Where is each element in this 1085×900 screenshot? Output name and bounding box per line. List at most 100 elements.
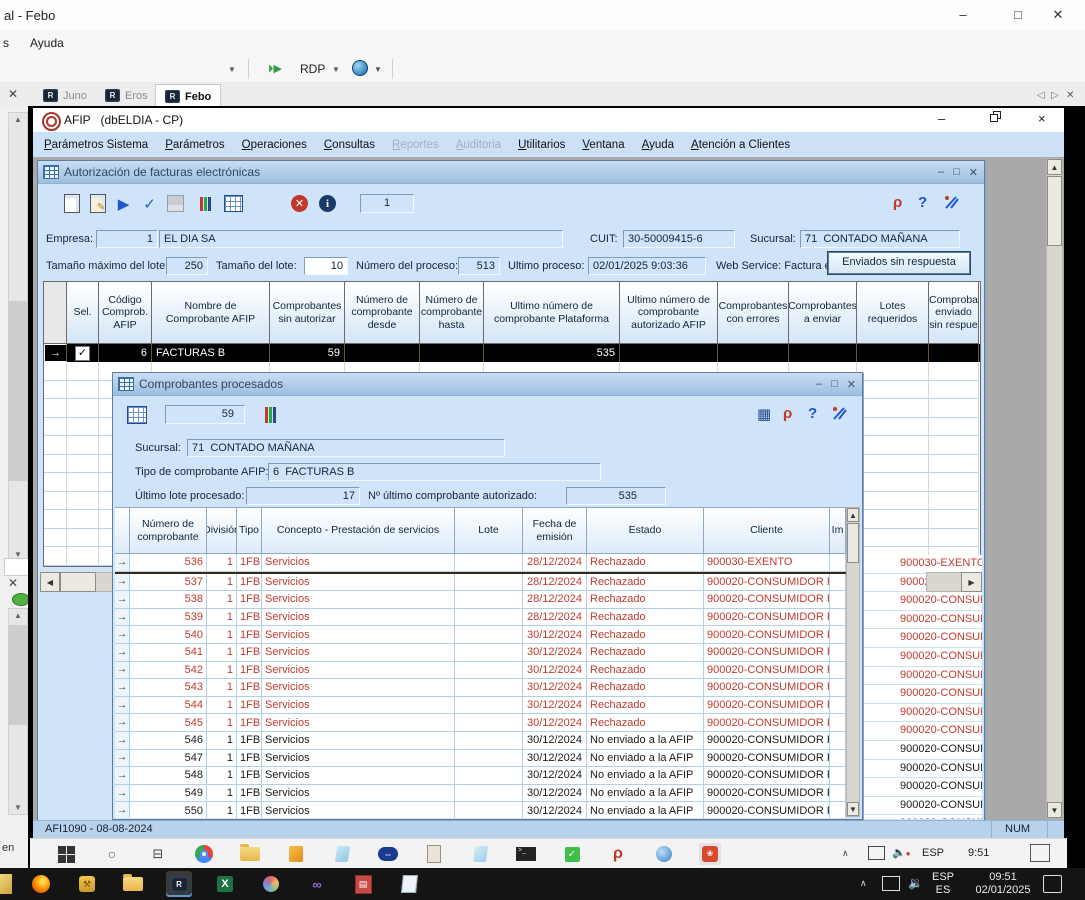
calendar-green-icon[interactable]: ✓ <box>561 843 583 865</box>
mremoteng-icon-active[interactable]: R <box>166 871 192 897</box>
ultimo-autorizado-field[interactable]: 535 <box>566 487 666 505</box>
scrollbar-thumb[interactable] <box>1047 176 1062 246</box>
empresa-code-field[interactable]: 1 <box>96 230 158 248</box>
new-icon[interactable] <box>60 192 83 215</box>
tray-chevron-icon[interactable]: ∧ <box>860 878 867 889</box>
column-header[interactable]: Comproba enviado sin respue <box>929 282 979 344</box>
scroll-down-icon[interactable]: ▼ <box>1047 802 1062 818</box>
column-header[interactable]: Número de comprobante desde <box>345 282 420 344</box>
info-icon[interactable]: i <box>316 192 339 215</box>
powerbuilder-taskbar-icon[interactable]: ρ <box>607 843 629 865</box>
ultimo-lote-field[interactable]: 17 <box>246 487 360 505</box>
table-view-icon[interactable]: ▦ <box>757 405 771 423</box>
column-header[interactable]: Comprobantes con errores <box>718 282 789 344</box>
clipped-app-icon[interactable] <box>0 874 12 894</box>
scroll-up-icon[interactable]: ▲ <box>9 115 27 124</box>
tab-scroll-left-icon[interactable]: ◁ <box>1037 90 1045 101</box>
excel-icon[interactable]: X <box>212 871 238 897</box>
tab-febo[interactable]: R Febo <box>155 84 221 108</box>
column-header[interactable]: Número de comprobante hasta <box>420 282 484 344</box>
app-blue-circle-icon[interactable] <box>653 843 675 865</box>
host-close-button[interactable]: ✕ <box>1043 6 1073 24</box>
lotes-bars-icon[interactable] <box>194 192 217 215</box>
column-header[interactable]: Sel. <box>67 282 99 344</box>
comprobante-row[interactable]: →54311FBServicios30/12/2024Rechazado9000… <box>115 679 846 697</box>
afip-menu-item[interactable]: Parámetros Sistema <box>44 139 148 151</box>
notepad-icon[interactable] <box>396 871 422 897</box>
globe-dropdown-arrow[interactable]: ▼ <box>374 65 382 74</box>
connection-combobox-arrow[interactable]: ▼ <box>228 65 236 74</box>
column-header[interactable]: Estado <box>587 508 704 554</box>
enviados-sin-respuesta-button[interactable]: Enviados sin respuesta <box>828 252 970 274</box>
afip-menu-item[interactable]: Ventana <box>582 139 624 151</box>
scroll-down-icon[interactable]: ▼ <box>9 803 27 812</box>
exit-run-icon[interactable] <box>831 405 847 424</box>
column-header[interactable]: Lote <box>455 508 523 554</box>
scroll-up-icon[interactable]: ▲ <box>1047 159 1062 175</box>
host-menu-truncated[interactable]: s <box>3 36 9 50</box>
column-header[interactable]: Fecha de emisión <box>523 508 587 554</box>
tray-speaker-icon[interactable]: 🔉 <box>908 876 923 890</box>
scrollbar-thumb[interactable] <box>9 301 27 481</box>
row-select-checkbox[interactable]: ✓ <box>75 346 90 361</box>
tamano-lote-input[interactable]: 10 <box>304 257 348 275</box>
afip-close-button[interactable]: × <box>1038 111 1046 126</box>
stop-icon[interactable]: ✕ <box>288 192 311 215</box>
remote-language-indicator[interactable]: ESP <box>922 847 944 859</box>
app-lightblue2-icon[interactable] <box>469 843 491 865</box>
afip-menu-item[interactable]: Operaciones <box>242 139 307 151</box>
task-view-icon[interactable]: ⊟ <box>147 843 169 865</box>
maximize-icon[interactable]: □ <box>953 166 960 179</box>
sucursal-field[interactable]: 71 CONTADO MAÑANA <box>187 439 505 457</box>
comprobante-row[interactable]: →54811FBServicios30/12/2024No enviado a … <box>115 767 846 785</box>
host-menu-ayuda[interactable]: Ayuda <box>30 36 64 50</box>
selected-comprobante-row[interactable]: →✓6FACTURAS B59535 <box>44 344 980 362</box>
tray-chevron-icon[interactable]: ∧ <box>842 848 849 859</box>
maximize-icon[interactable]: □ <box>831 378 838 391</box>
tray-monitor-icon[interactable] <box>868 846 885 860</box>
panel-input-fragment[interactable] <box>4 558 30 576</box>
comprobante-row[interactable]: →54911FBServicios30/12/2024No enviado a … <box>115 785 846 803</box>
paint-app-icon[interactable] <box>258 871 284 897</box>
close-icon[interactable]: ✕ <box>969 166 978 179</box>
grid-export-icon[interactable] <box>222 192 245 215</box>
afip-menu-item[interactable]: Parámetros <box>165 139 224 151</box>
column-header[interactable]: Concepto - Prestación de servicios <box>262 508 455 554</box>
tab-juno[interactable]: R Juno <box>34 84 96 107</box>
lotes-bars-icon[interactable] <box>259 403 282 426</box>
afip-app-taskbar-icon[interactable]: ❀ <box>699 843 721 865</box>
left-panel-scrollbar[interactable]: ▲ ▼ <box>8 608 28 815</box>
host-clock[interactable]: 09:51 02/01/2025 <box>968 871 1038 897</box>
grid-export-icon[interactable] <box>125 403 148 426</box>
host-maximize-button[interactable]: □ <box>1003 6 1033 24</box>
exit-run-icon[interactable] <box>943 194 959 213</box>
comprobante-row[interactable]: →54611FBServicios30/12/2024No enviado a … <box>115 732 846 750</box>
tab-scroll-right-icon[interactable]: ▷ <box>1051 90 1059 101</box>
vs-co-icon[interactable]: ∞ <box>304 871 330 897</box>
comprobante-row[interactable]: →54211FBServicios30/12/2024Rechazado9000… <box>115 662 846 680</box>
remote-clock[interactable]: 9:51 <box>968 847 989 859</box>
db-tools-icon[interactable]: ⚒ <box>74 871 100 897</box>
scrollbar-thumb[interactable] <box>9 625 27 725</box>
afip-menu-item[interactable]: Atención a Clientes <box>691 139 790 151</box>
afip-minimize-button[interactable]: – <box>938 111 945 126</box>
scroll-right-icon[interactable]: ▶ <box>961 572 982 592</box>
tamano-maximo-field[interactable]: 250 <box>166 257 208 275</box>
teamviewer-icon[interactable]: ⇔ <box>377 843 399 865</box>
sucursal-field[interactable]: 71 CONTADO MAÑANA <box>800 230 960 248</box>
column-header[interactable]: Tipo <box>237 508 262 554</box>
comprobante-row[interactable]: →54711FBServicios30/12/2024No enviado a … <box>115 750 846 768</box>
mdi-vertical-scrollbar[interactable]: ▲ ▼ <box>1046 158 1063 819</box>
chrome-icon[interactable] <box>193 843 215 865</box>
grid-hscrollbar-right[interactable]: ▶ <box>926 572 982 592</box>
terminal-icon[interactable]: >_ <box>515 843 537 865</box>
comprobante-row[interactable]: →54111FBServicios30/12/2024Rechazado9000… <box>115 644 846 662</box>
tab-eros[interactable]: R Eros <box>96 84 157 107</box>
comprobante-row[interactable]: →53911FBServicios28/12/2024Rechazado9000… <box>115 609 846 627</box>
empresa-name-field[interactable]: EL DIA SA <box>159 230 563 248</box>
scroll-left-icon[interactable]: ◀ <box>40 572 60 592</box>
column-header[interactable]: Número de comprobante <box>130 508 207 554</box>
afip-restore-button[interactable] <box>990 111 1002 126</box>
minimize-icon[interactable]: – <box>938 166 944 179</box>
properties-icon[interactable]: ✎ <box>86 192 109 215</box>
